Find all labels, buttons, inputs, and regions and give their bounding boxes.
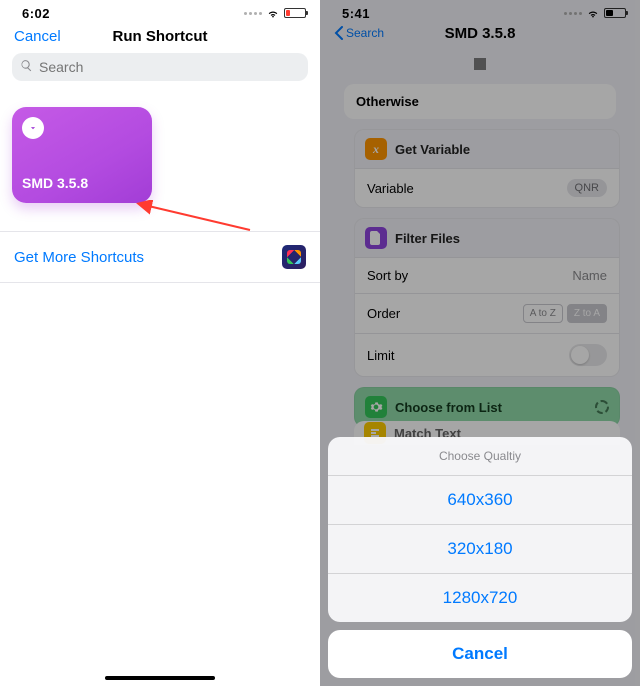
search-icon xyxy=(20,59,33,75)
cancel-button[interactable]: Cancel xyxy=(14,28,61,45)
sheet-title: Choose Qualtiy xyxy=(328,437,632,475)
shortcut-tile-label: SMD 3.5.8 xyxy=(22,175,88,191)
phone-run-shortcut: 6:02 Cancel Run Shortcut SMD 3.5. xyxy=(0,0,320,686)
search-input[interactable] xyxy=(39,59,300,75)
chevron-down-icon xyxy=(22,117,44,139)
home-indicator xyxy=(105,676,215,680)
quality-action-sheet: Choose Qualtiy 640x360 320x180 1280x720 … xyxy=(328,437,632,678)
battery-icon xyxy=(284,8,306,18)
status-bar: 6:02 xyxy=(0,0,320,22)
shortcut-tile-smd[interactable]: SMD 3.5.8 xyxy=(12,107,152,203)
search-field[interactable] xyxy=(12,53,308,81)
status-time: 6:02 xyxy=(22,6,50,21)
wifi-icon xyxy=(266,8,280,18)
shortcut-list: SMD 3.5.8 xyxy=(0,87,320,231)
phone-shortcut-editor: 5:41 Search SMD 3.5.8 Otherwise x G xyxy=(320,0,640,686)
quality-option-640x360[interactable]: 640x360 xyxy=(328,475,632,524)
sheet-cancel-button[interactable]: Cancel xyxy=(328,630,632,678)
get-more-shortcuts-row[interactable]: Get More Shortcuts xyxy=(0,231,320,283)
get-more-shortcuts-label: Get More Shortcuts xyxy=(14,249,144,266)
cellular-icon xyxy=(244,12,262,15)
quality-option-1280x720[interactable]: 1280x720 xyxy=(328,573,632,622)
quality-option-320x180[interactable]: 320x180 xyxy=(328,524,632,573)
shortcuts-app-icon xyxy=(282,245,306,269)
nav-bar: Cancel Run Shortcut xyxy=(0,22,320,53)
